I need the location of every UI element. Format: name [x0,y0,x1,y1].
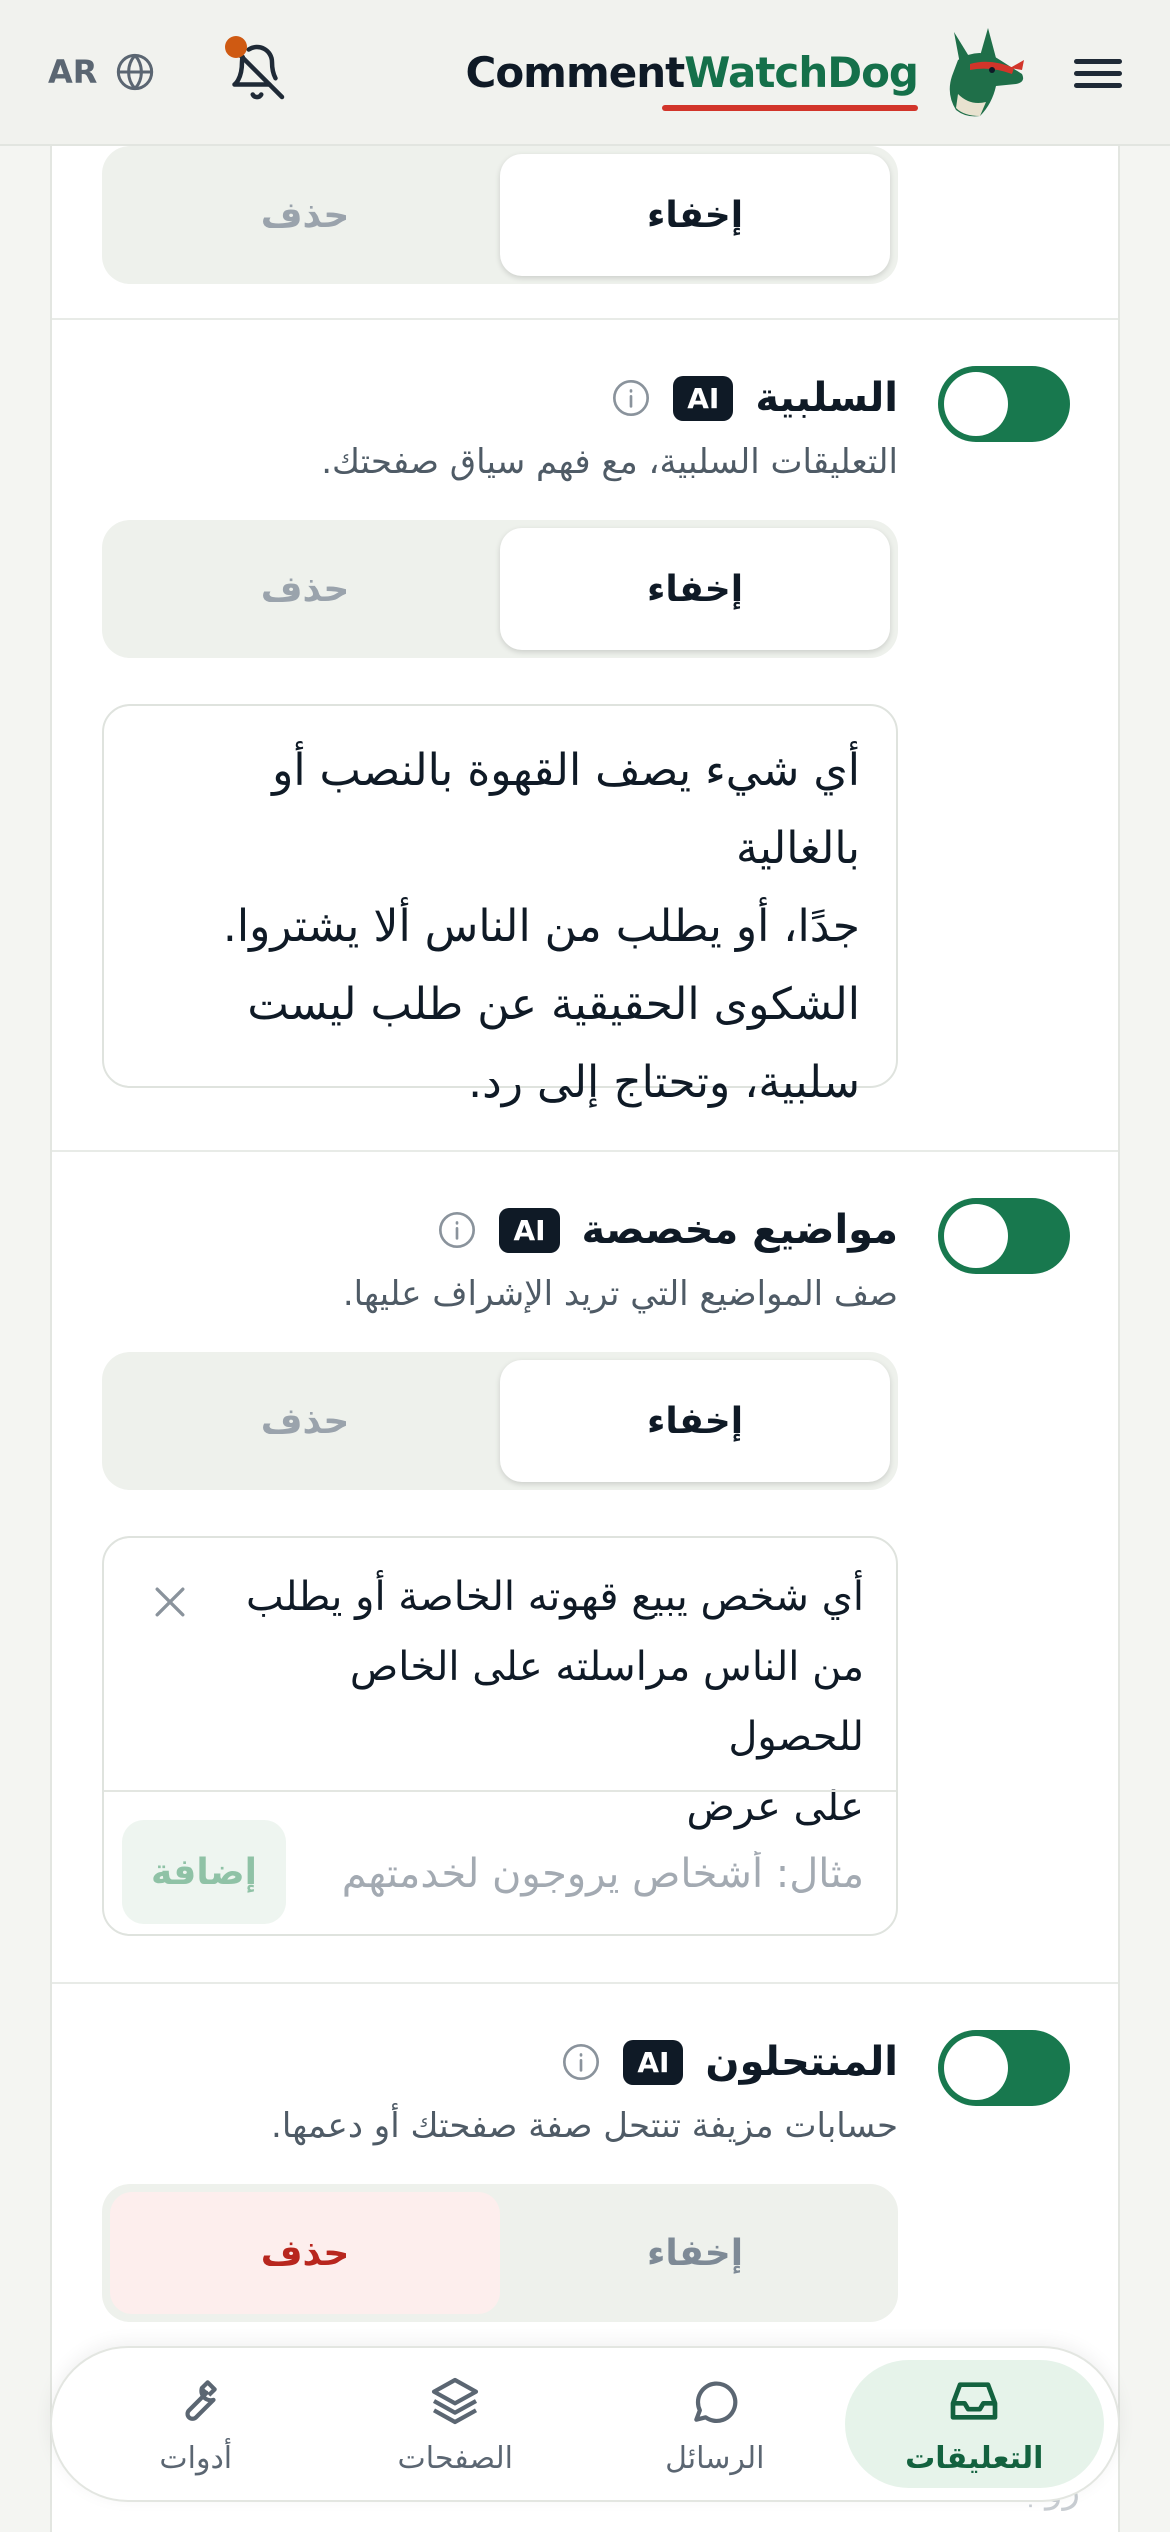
custom-topics-box: أي شخص يبيع قهوته الخاصة أو يطلب من النا… [102,1536,898,1936]
add-topic-button[interactable]: إضافة [122,1820,286,1924]
brand-underline [661,104,918,111]
prompt-line: الشكوى الحقيقية عن طلب ليست [247,979,860,1030]
action-segmented-control: إخفاء حذف [102,146,898,284]
section-previous: إخفاء حذف [52,146,1118,320]
section-custom-topics: مواضيع مخصصة AI صف المواضيع التي تريد ال… [52,1152,1118,1984]
globe-icon [117,53,154,91]
action-segmented-control: إخفاء حذف [102,1352,898,1490]
header-right-group: CommentWatchDog [465,24,1122,120]
toggle-knob [944,2036,1008,2100]
menu-line [1074,59,1122,64]
app-header: AR CommentWatchDog [0,0,1170,146]
brand-part-2: WatchDog [684,47,919,97]
delete-option[interactable]: حذف [110,1360,500,1482]
bottom-navigation: التعليقات الرسائل الصفحات أدوات [50,2346,1120,2502]
custom-topics-title-row: مواضيع مخصصة AI [437,1198,898,1262]
info-icon[interactable] [561,2042,601,2082]
divider [104,1790,896,1792]
remove-topic-close-icon[interactable] [148,1580,192,1624]
chat-bubble-icon [693,2380,738,2423]
prompt-line: جدًا، أو يطلب من الناس ألا يشتروا. [222,901,860,952]
delete-option[interactable]: حذف [110,2192,500,2314]
hamburger-menu-button[interactable] [1074,52,1122,92]
delete-option[interactable]: حذف [110,528,500,650]
toggle-knob [944,372,1008,436]
negative-description: التعليقات السلبية، مع فهم سياق صفحتك. [321,442,898,482]
hide-option[interactable]: إخفاء [500,154,890,276]
topic-item: أي شخص يبيع قهوته الخاصة أو يطلب من النا… [244,1562,864,1842]
language-code: AR [48,53,98,91]
ai-badge: AI [623,2039,684,2085]
custom-topics-toggle[interactable] [938,1198,1070,1274]
custom-topics-title: مواضيع مخصصة [581,1207,898,1253]
custom-topics-description: صف المواضيع التي تريد الإشراف عليها. [342,1274,898,1314]
impersonators-title: المنتحلون [705,2039,898,2085]
topic-line: أي شخص يبيع قهوته الخاصة أو يطلب [245,1574,864,1620]
nav-label: الرسائل [665,2440,765,2476]
nav-comments[interactable]: التعليقات [844,2360,1104,2488]
settings-card: إخفاء حذف السلبية AI التعليقات السلبية، … [50,146,1120,2532]
nav-label: التعليقات [905,2440,1044,2476]
nav-pages[interactable]: الصفحات [326,2360,586,2488]
negative-prompt-textbox[interactable]: أي شيء يصف القهوة بالنصب أو بالغالية جدً… [102,704,898,1108]
ai-badge: AI [499,1207,560,1253]
negative-title-row: السلبية AI [611,366,898,430]
nav-label: الصفحات [397,2440,513,2476]
action-segmented-control: إخفاء حذف [102,520,898,658]
hide-option[interactable]: إخفاء [500,2192,890,2314]
brand-logo-text[interactable]: CommentWatchDog [465,47,919,111]
notifications-button[interactable] [225,36,287,102]
brand-part-1: Comment [465,47,686,97]
language-switcher[interactable]: AR [48,52,155,92]
menu-line [1074,83,1122,88]
hide-option[interactable]: إخفاء [500,528,890,650]
impersonators-toggle[interactable] [938,2030,1070,2106]
action-segmented-control: إخفاء حذف [102,2184,898,2322]
prompt-line: سلبية، وتحتاج إلى رد. [468,1057,860,1108]
layers-icon [432,2377,479,2424]
delete-option[interactable]: حذف [110,154,500,276]
new-topic-input[interactable] [294,1828,864,1920]
impersonators-title-row: المنتحلون AI [561,2030,898,2094]
menu-line [1074,71,1122,76]
info-icon[interactable] [611,378,651,418]
ai-badge: AI [673,375,734,421]
header-left-group: AR [48,36,287,102]
impersonators-description: حسابات مزيفة تنتحل صفة صفحتك أو دعمها. [271,2106,898,2146]
wrench-icon [185,2379,217,2421]
nav-label: أدوات [159,2440,233,2476]
toggle-knob [944,1204,1008,1268]
nav-tools[interactable]: أدوات [66,2360,326,2488]
topic-line: من الناس مراسلته على الخاص للحصول [349,1644,864,1760]
negative-title: السلبية [755,375,898,421]
prompt-line: أي شيء يصف القهوة بالنصب أو بالغالية [272,745,860,874]
negative-toggle[interactable] [938,366,1070,442]
info-icon[interactable] [437,1210,477,1250]
hide-option[interactable]: إخفاء [500,1360,890,1482]
nav-messages[interactable]: الرسائل [585,2360,845,2488]
watchdog-logo-icon [949,28,1024,117]
inbox-icon [950,2381,998,2420]
section-negative: السلبية AI التعليقات السلبية، مع فهم سيا… [52,320,1118,1152]
